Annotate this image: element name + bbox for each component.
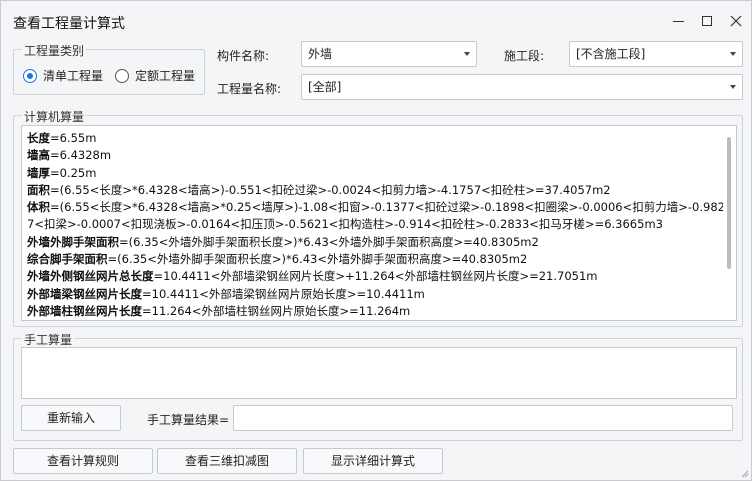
quantity-name-select[interactable]: [全部] bbox=[301, 74, 743, 100]
chevron-down-icon bbox=[730, 85, 736, 89]
minimize-button[interactable] bbox=[666, 9, 690, 33]
close-icon bbox=[730, 15, 742, 27]
quantity-name-value: [全部] bbox=[308, 80, 342, 94]
manual-calc-textarea[interactable] bbox=[21, 347, 737, 399]
radio-quota-quantity[interactable]: 定额工程量 bbox=[115, 67, 195, 84]
window-title: 查看工程量计算式 bbox=[13, 16, 125, 32]
manual-calc-title: 手工算量 bbox=[22, 331, 75, 348]
maximize-icon bbox=[702, 16, 712, 26]
chevron-down-icon bbox=[730, 52, 736, 56]
view-3d-deduction-button[interactable]: 查看三维扣减图 bbox=[157, 448, 297, 474]
radio-unchecked-icon bbox=[115, 68, 129, 83]
quantity-name-label: 工程量名称: bbox=[217, 82, 282, 96]
quantity-type-title: 工程量类别 bbox=[22, 42, 87, 59]
chevron-down-icon bbox=[464, 52, 470, 56]
radio-checked-icon bbox=[23, 68, 37, 83]
title-bar: 查看工程量计算式 bbox=[1, 1, 751, 41]
calc-line: 综合脚手架面积=(6.35<外墙外脚手架面积长度>)*6.43<外墙外脚手架面积… bbox=[27, 252, 528, 267]
component-name-label: 构件名称: bbox=[217, 49, 270, 63]
calc-line: 外墙外侧钢丝网片总长度=10.4411<外部墙梁钢丝网片长度>+11.264<外… bbox=[27, 269, 598, 284]
calc-line: 外部墙柱钢丝网片长度=11.264<外部墙柱钢丝网片原始长度>=11.264m bbox=[27, 303, 411, 318]
resize-grip-icon[interactable] bbox=[739, 468, 749, 478]
calc-formula-dialog: 查看工程量计算式 工程量类别 清单工程量 定额工程量 构件名称: 外墙 施工段:… bbox=[0, 0, 752, 481]
radio-bill-quantity[interactable]: 清单工程量 bbox=[23, 67, 103, 84]
scrollbar-thumb[interactable] bbox=[727, 137, 731, 269]
radio-bill-quantity-label: 清单工程量 bbox=[43, 69, 104, 83]
minimize-icon bbox=[672, 20, 684, 22]
maximize-button[interactable] bbox=[695, 9, 719, 33]
reenter-button[interactable]: 重新输入 bbox=[21, 405, 121, 431]
show-detail-formula-button[interactable]: 显示详细计算式 bbox=[303, 448, 443, 474]
calc-line: 墙高=6.4328m bbox=[27, 148, 112, 163]
construction-section-value: [不含施工段] bbox=[576, 47, 646, 61]
calc-line: 外部墙梁钢丝网片长度=10.4411<外部墙梁钢丝网片原始长度>=10.4411… bbox=[27, 286, 425, 301]
radio-quota-quantity-label: 定额工程量 bbox=[135, 69, 196, 83]
calc-line: 外墙外脚手架面积=(6.35<外墙外脚手架面积长度>)*6.43<外墙外脚手架面… bbox=[27, 234, 539, 249]
computer-calc-title: 计算机算量 bbox=[22, 108, 87, 125]
calc-line: 面积=(6.55<长度>*6.4328<墙高>)-0.551<扣砼过梁>-0.0… bbox=[27, 182, 611, 197]
calc-line: 体积=(6.55<长度>*6.4328<墙高>*0.25<墙厚>)-1.08<扣… bbox=[27, 200, 725, 215]
calc-lines: 长度=6.55m 墙高=6.4328m 墙厚=0.25m 面积=(6.55<长度… bbox=[27, 130, 725, 320]
manual-result-label: 手工算量结果= bbox=[147, 413, 230, 427]
manual-result-input[interactable] bbox=[233, 405, 733, 431]
calc-line: 7<扣梁>-0.0007<扣现浇板>-0.0164<扣压顶>-0.5621<扣构… bbox=[27, 217, 663, 232]
close-button[interactable] bbox=[724, 9, 748, 33]
construction-section-select[interactable]: [不含施工段] bbox=[569, 41, 743, 67]
calc-line: 长度=6.55m bbox=[27, 131, 97, 145]
calc-formula-textarea[interactable]: 长度=6.55m 墙高=6.4328m 墙厚=0.25m 面积=(6.55<长度… bbox=[21, 125, 737, 321]
component-name-select[interactable]: 外墙 bbox=[301, 41, 477, 67]
view-rules-button[interactable]: 查看计算规则 bbox=[13, 448, 153, 474]
calc-line: 墙厚=0.25m bbox=[27, 165, 97, 180]
vertical-scrollbar[interactable] bbox=[723, 127, 735, 319]
component-name-value: 外墙 bbox=[308, 47, 333, 61]
construction-section-label: 施工段: bbox=[504, 49, 545, 63]
